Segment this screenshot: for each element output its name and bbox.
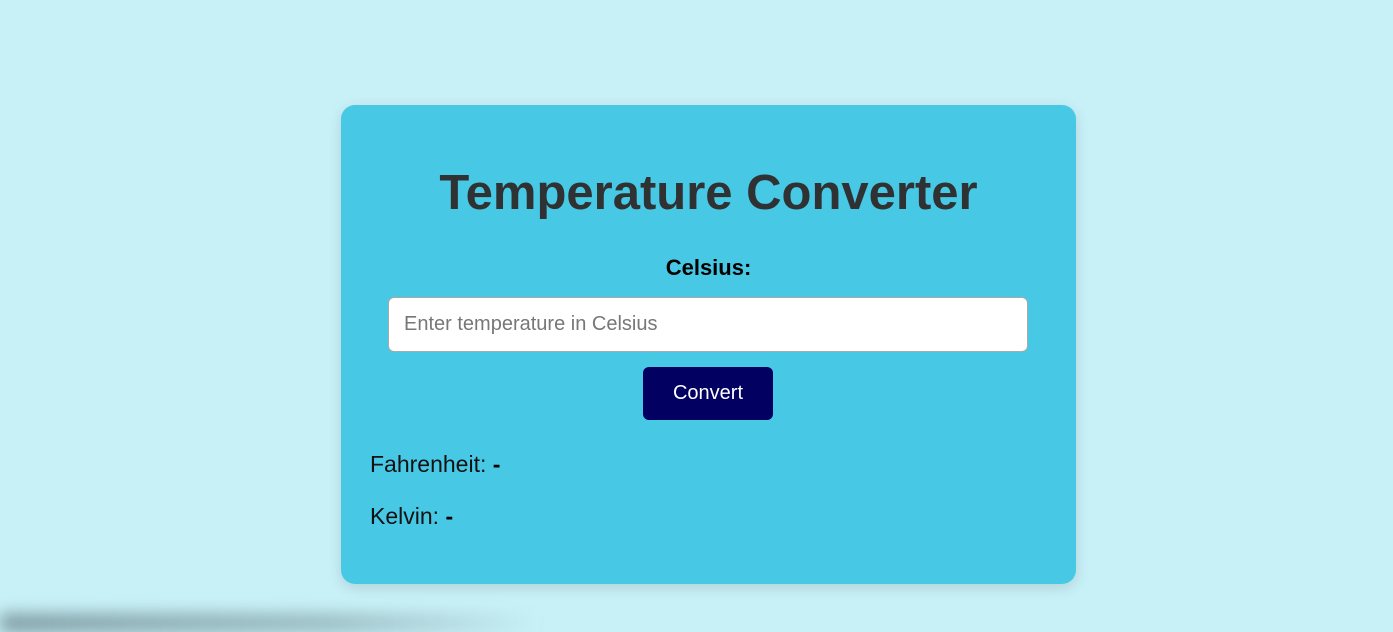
celsius-input[interactable] [388,297,1028,352]
celsius-label: Celsius: [665,255,752,280]
convert-button[interactable]: Convert [643,367,773,420]
bottom-edge-shadow [0,614,540,632]
kelvin-result: Kelvin: - [370,503,453,530]
converter-card: Temperature Converter Celsius: Convert F… [341,105,1076,584]
fahrenheit-label: Fahrenheit: [370,451,487,477]
fahrenheit-value: - [492,451,501,477]
kelvin-label: Kelvin: [370,503,440,529]
fahrenheit-result: Fahrenheit: - [370,451,500,478]
page-title: Temperature Converter [439,166,978,220]
kelvin-value: - [445,503,454,529]
